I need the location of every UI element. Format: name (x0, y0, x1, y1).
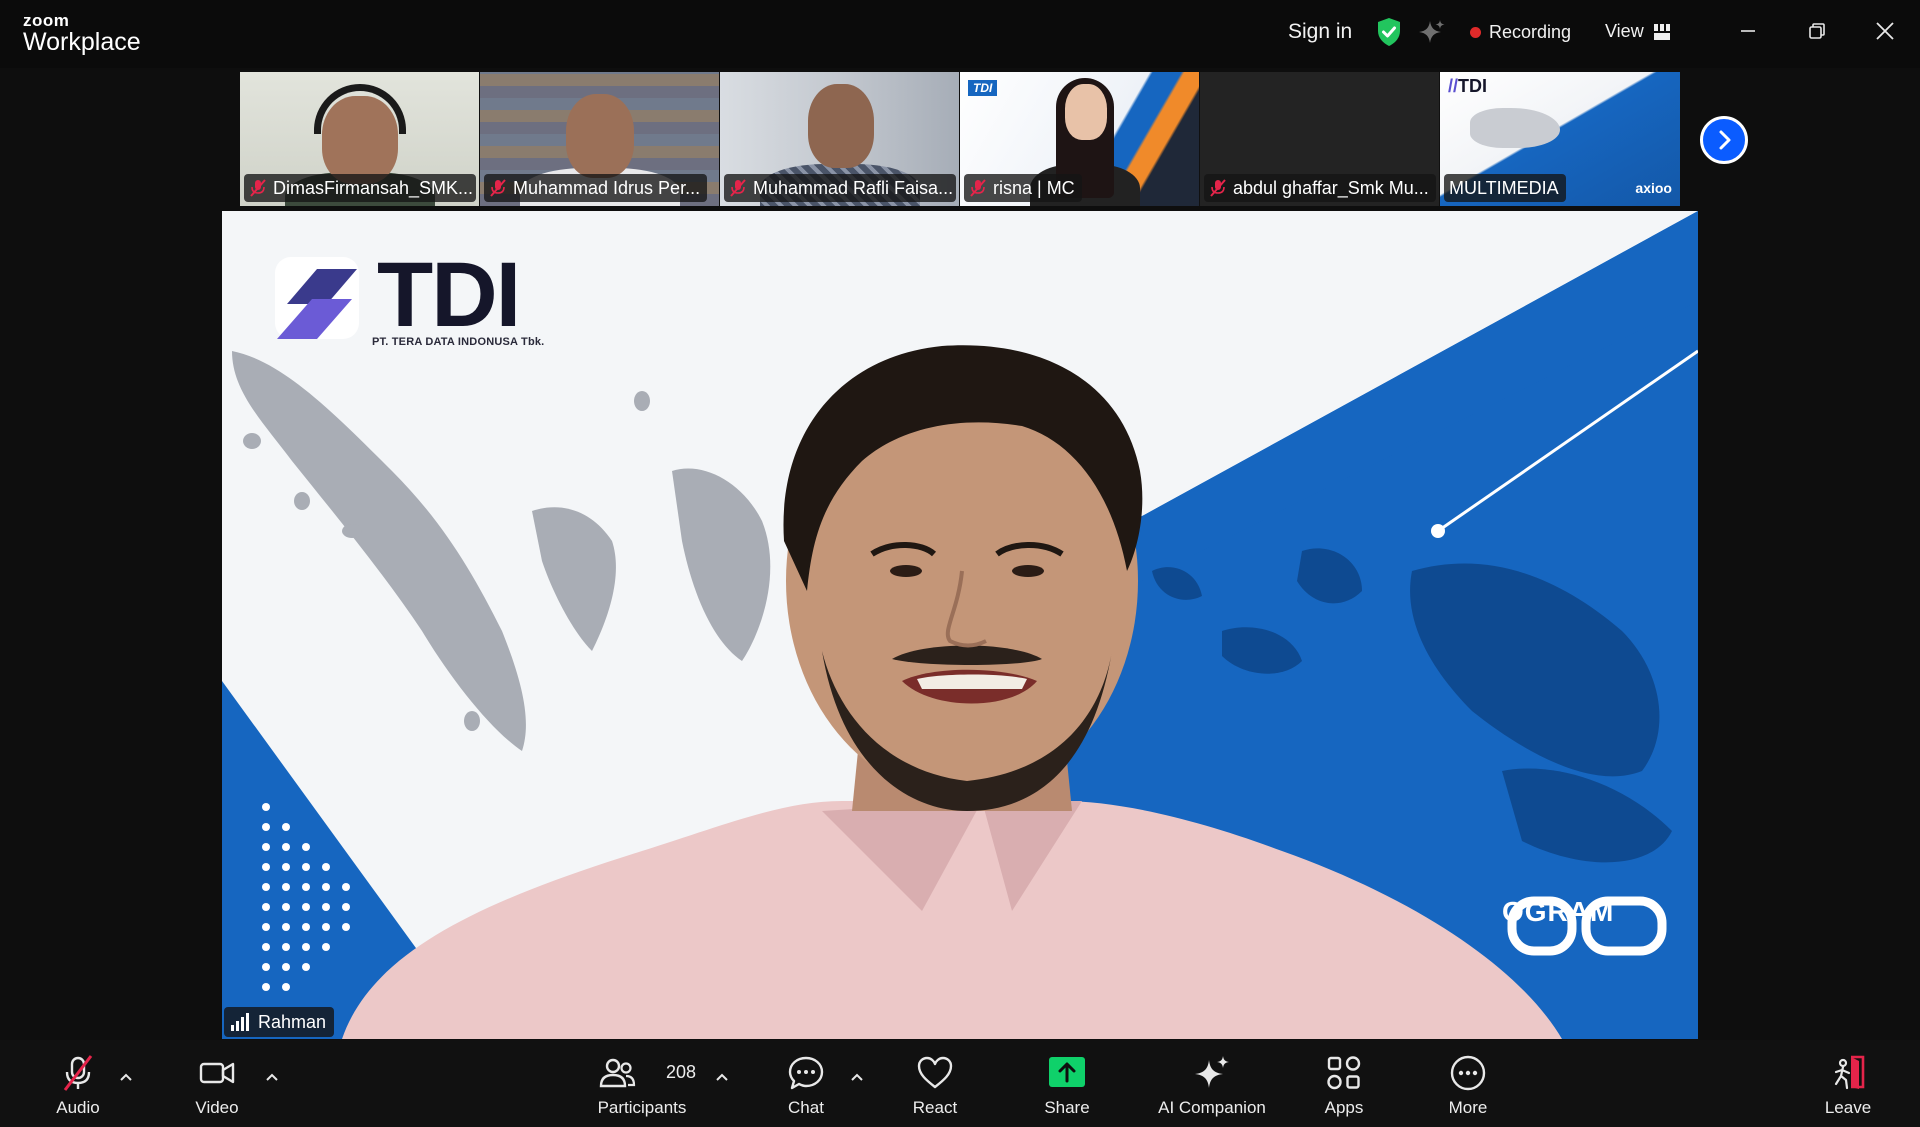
participants-icon (599, 1058, 636, 1088)
participant-name: risna | MC (993, 177, 1075, 198)
recording-label: Recording (1489, 22, 1572, 42)
audio-label: Audio (56, 1098, 100, 1117)
mic-muted-icon (1210, 179, 1226, 197)
share-button[interactable]: Share (1038, 1040, 1096, 1127)
chat-button[interactable]: Chat (780, 1040, 832, 1127)
apps-label: Apps (1324, 1098, 1364, 1117)
minimize-icon (1741, 30, 1755, 32)
caret-up-icon[interactable] (117, 1070, 135, 1084)
tdi-brand-text: TDI (377, 244, 521, 346)
chat-icon (788, 1056, 824, 1090)
ai-companion-button[interactable]: AI Companion (1150, 1040, 1274, 1127)
restore-button[interactable] (1797, 14, 1837, 48)
recording-dot-icon (1470, 27, 1481, 38)
participants-count: 208 (666, 1062, 697, 1082)
participant-name-tag: risna | MC (964, 174, 1082, 202)
map-shape (1470, 108, 1560, 148)
zoom-meeting-window: zoom Workplace Sign in Recording View Di… (0, 0, 1920, 1127)
participant-tile[interactable]: abdul ghaffar_Smk Mu... (1200, 72, 1440, 206)
more-icon (1450, 1055, 1486, 1091)
ai-companion-label: AI Companion (1158, 1098, 1266, 1117)
share-arrow-icon (1049, 1057, 1085, 1087)
zoom-workplace-logo: zoom Workplace (23, 12, 141, 55)
shield-check-icon[interactable] (1376, 17, 1402, 47)
tdi-logo: TDI (267, 244, 521, 347)
participants-button[interactable]: Participants (590, 1040, 694, 1127)
signal-icon (231, 1013, 249, 1031)
view-button[interactable]: View (1605, 21, 1670, 42)
leave-button[interactable]: Leave (1820, 1040, 1876, 1127)
chevron-right-icon (1719, 130, 1731, 150)
axioo-mini-logo: axioo (1635, 180, 1672, 196)
close-window-button[interactable] (1865, 14, 1905, 48)
tdi-logo-mark-icon (275, 257, 359, 339)
background-program-text: OGRAM (1502, 896, 1615, 927)
video-label: Video (195, 1098, 239, 1117)
meeting-controls-toolbar: Audio Video Participants 208 Chat React … (0, 1040, 1920, 1127)
mic-muted-icon (730, 179, 746, 197)
sparkle-icon[interactable] (1418, 18, 1446, 46)
person-face (566, 94, 634, 178)
tdi-mini-logo: TDI (968, 80, 998, 96)
participant-name: DimasFirmansah_SMK... (273, 177, 474, 198)
audio-button[interactable]: Audio (44, 1040, 112, 1127)
grid-view-icon (1653, 23, 1670, 40)
sign-in-link[interactable]: Sign in (1288, 20, 1352, 44)
caret-up-icon[interactable] (848, 1070, 866, 1084)
view-label: View (1605, 21, 1644, 41)
participant-name: abdul ghaffar_Smk Mu... (1233, 177, 1429, 198)
participant-tile[interactable]: TDI risna | MC (960, 72, 1200, 206)
react-button[interactable]: React (905, 1040, 965, 1127)
tdi-subtitle: PT. TERA DATA INDONUSA Tbk. (372, 336, 545, 348)
participant-tile[interactable]: Muhammad Rafli Faisa... (720, 72, 960, 206)
participant-name: MULTIMEDIA (1449, 177, 1559, 198)
caret-up-icon[interactable] (263, 1070, 281, 1084)
mic-muted-icon (63, 1055, 93, 1091)
apps-icon (1327, 1056, 1361, 1090)
speaker-name-tag: Rahman (224, 1007, 335, 1037)
react-label: React (912, 1098, 958, 1117)
leave-label: Leave (1824, 1098, 1872, 1117)
mic-muted-icon (250, 179, 266, 197)
restore-icon (1809, 23, 1825, 39)
speaker-name: Rahman (258, 1011, 327, 1032)
logo-workplace-text: Workplace (23, 28, 141, 56)
more-label: More (1448, 1098, 1488, 1117)
close-icon (1876, 22, 1894, 40)
participant-name-tag: Muhammad Idrus Per... (484, 174, 708, 202)
participant-name-tag: MULTIMEDIA (1444, 174, 1566, 202)
share-label: Share (1044, 1098, 1090, 1117)
mic-muted-icon (970, 179, 986, 197)
minimize-button[interactable] (1728, 14, 1768, 48)
next-page-button[interactable] (1700, 116, 1748, 164)
logo-zoom-text: zoom (23, 11, 70, 30)
person-face (808, 84, 874, 168)
camera-icon (199, 1062, 235, 1084)
video-button[interactable]: Video (186, 1040, 248, 1127)
chat-label: Chat (788, 1098, 824, 1117)
title-bar: zoom Workplace Sign in Recording View (0, 0, 1920, 68)
participant-name: Muhammad Rafli Faisa... (753, 177, 954, 198)
participant-tile[interactable]: DimasFirmansah_SMK... (240, 72, 480, 206)
participant-name-tag: Muhammad Rafli Faisa... (724, 174, 956, 202)
more-button[interactable]: More (1443, 1040, 1493, 1127)
participant-name-tag: DimasFirmansah_SMK... (244, 174, 476, 202)
active-speaker-video[interactable]: TDI PT. TERA DATA INDONUSA Tbk. OGRAM Ra… (222, 211, 1698, 1039)
heart-icon (917, 1056, 953, 1089)
participant-name: Muhammad Idrus Per... (513, 177, 701, 198)
participant-tile[interactable]: //TDI axioo MULTIMEDIA (1440, 72, 1680, 206)
ai-sparkle-icon (1195, 1056, 1229, 1088)
apps-button[interactable]: Apps (1320, 1040, 1368, 1127)
tdi-mini-logo: //TDI (1448, 76, 1488, 96)
person-face (1065, 84, 1107, 140)
participant-name-tag: abdul ghaffar_Smk Mu... (1204, 174, 1436, 202)
leave-door-icon (1834, 1055, 1865, 1090)
recording-indicator[interactable]: Recording (1470, 22, 1571, 43)
mic-muted-icon (490, 179, 506, 197)
caret-up-icon[interactable] (713, 1070, 731, 1084)
participants-gallery-strip: DimasFirmansah_SMK... Muhammad Idrus Per… (240, 72, 1680, 206)
participant-tile[interactable]: Muhammad Idrus Per... (480, 72, 720, 206)
participants-label: Participants (597, 1098, 687, 1117)
